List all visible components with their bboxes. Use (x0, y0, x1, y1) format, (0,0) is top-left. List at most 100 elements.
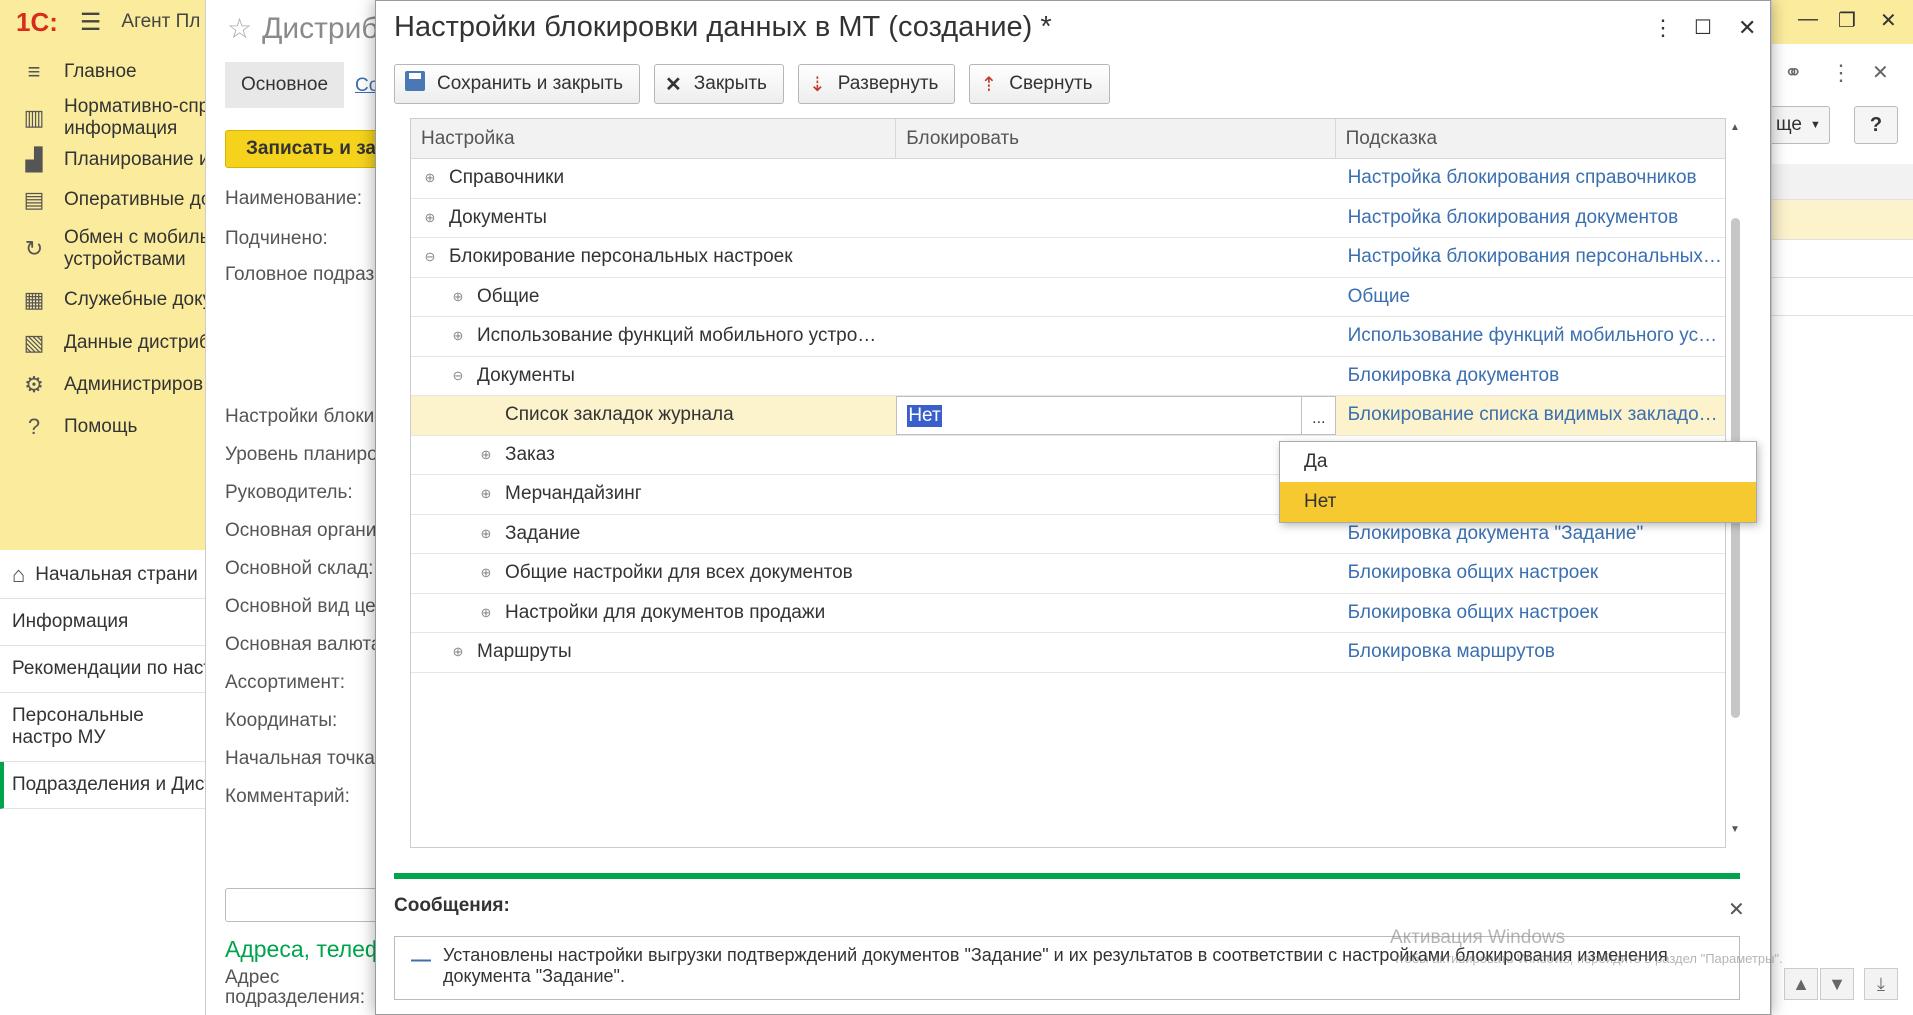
block-cell[interactable] (896, 357, 1335, 396)
save-and-close-button[interactable]: Сохранить и закрыть (394, 64, 641, 104)
column-header-block[interactable]: Блокировать (896, 119, 1336, 158)
hint-link[interactable]: Блокирование списка видимых закладо… (1336, 396, 1725, 435)
block-cell[interactable] (896, 436, 1335, 475)
scroll-down-icon[interactable]: ▼ (1820, 968, 1854, 1000)
block-cell[interactable] (896, 278, 1335, 317)
expand-node-icon[interactable]: ⊕ (479, 447, 493, 463)
restore-icon[interactable]: ❐ (1838, 8, 1856, 33)
list-row[interactable] (1772, 240, 1913, 278)
list-row-selected[interactable] (1772, 200, 1913, 240)
more-vertical-icon[interactable]: ⋮ (1830, 60, 1852, 86)
nav-item[interactable]: Подразделения и Дист (0, 762, 205, 809)
expand-node-icon[interactable]: ⊕ (423, 170, 437, 186)
select-button[interactable]: ... (1301, 397, 1335, 434)
table-row[interactable]: ⊕ Общие Общие (411, 278, 1725, 317)
expand-node-icon[interactable]: ⊕ (451, 644, 465, 660)
section-item[interactable]: ▤ Оперативные до (0, 184, 205, 216)
list-row[interactable] (1772, 278, 1913, 316)
close-messages-icon[interactable]: ✕ (1728, 897, 1745, 922)
hint-link[interactable]: Блокировка маршрутов (1336, 633, 1725, 672)
setting-cell[interactable]: ⊕ Общие настройки для всех документов (411, 554, 896, 593)
table-row[interactable]: ⊕ Общие настройки для всех документов Блок… (411, 554, 1725, 594)
dropdown-option[interactable]: Да (1280, 442, 1756, 482)
hint-link[interactable]: Общие (1336, 278, 1725, 317)
block-cell[interactable] (896, 159, 1335, 198)
menu-icon[interactable]: ☰ (80, 8, 102, 37)
hint-link[interactable]: Блокировка общих настроек (1336, 554, 1725, 593)
comment-input[interactable] (225, 888, 385, 922)
more-button[interactable]: ще ▼ (1772, 106, 1830, 144)
block-cell[interactable] (896, 515, 1335, 554)
scroll-down-icon[interactable]: ▼ (1730, 824, 1740, 835)
close-app-icon[interactable]: ✕ (1880, 8, 1897, 33)
close-button[interactable]: ✕ Закрыть (654, 64, 784, 104)
tab-main[interactable]: Основное (225, 62, 345, 108)
section-item[interactable]: ▥ Нормативно-спр информация (0, 96, 205, 140)
section-item[interactable]: ▟ Планирование и (0, 144, 205, 176)
setting-cell[interactable]: ⊖ Документы (411, 357, 896, 396)
setting-cell[interactable]: Список закладок журнала (411, 396, 896, 435)
block-cell[interactable] (896, 199, 1335, 238)
setting-cell[interactable]: ⊕ Документы (411, 199, 896, 238)
setting-cell[interactable]: ⊕ Задание (411, 515, 896, 554)
dropdown-option[interactable]: Нет (1280, 482, 1756, 522)
link-icon[interactable]: ⚭ (1784, 60, 1802, 86)
setting-cell[interactable]: ⊕ Маршруты (411, 633, 896, 672)
scroll-end-icon[interactable]: ⤓ (1864, 968, 1898, 1000)
block-value-input[interactable]: Нет... (896, 396, 1337, 435)
hint-link[interactable]: Настройка блокирования справочников (1336, 159, 1725, 198)
setting-cell[interactable]: ⊕ Заказ (411, 436, 896, 475)
table-row[interactable]: ⊕ Маршруты Блокировка маршрутов (411, 633, 1725, 673)
nav-item[interactable]: Рекомендации по наст (0, 646, 205, 693)
table-row[interactable]: ⊕ Использование функций мобильного устро…… (411, 317, 1725, 357)
section-item[interactable]: ↻ Обмен с мобиль устройствами (0, 227, 205, 271)
expand-node-icon[interactable]: ⊕ (451, 289, 465, 305)
section-item[interactable]: ≡ Главное (0, 58, 137, 86)
column-header-hint[interactable]: Подсказка (1336, 119, 1725, 158)
close-form-icon[interactable]: ✕ (1872, 60, 1889, 85)
setting-cell[interactable]: ⊕ Справочники (411, 159, 896, 198)
setting-cell[interactable]: ⊕ Общие (411, 278, 896, 317)
table-row[interactable]: ⊕ Справочники Настройка блокирования справ… (411, 159, 1725, 199)
hint-link[interactable]: Настройка блокирования документов (1336, 199, 1725, 238)
expand-node-icon[interactable]: ⊕ (479, 526, 493, 542)
section-item[interactable]: ⚙ Администриров (0, 369, 203, 401)
section-item[interactable]: ▦ Служебные доку (0, 284, 205, 316)
nav-item[interactable]: Информация (0, 599, 205, 646)
expand-node-icon[interactable]: ⊕ (479, 486, 493, 502)
more-vertical-icon[interactable]: ⋮ (1652, 15, 1674, 41)
section-item[interactable]: ▧ Данные дистриб (0, 327, 205, 359)
nav-item[interactable]: ⌂ Начальная страни (0, 552, 205, 599)
block-cell[interactable] (896, 594, 1335, 633)
hint-link[interactable]: Блокировка документов (1336, 357, 1725, 396)
block-cell[interactable] (896, 238, 1335, 277)
section-item[interactable]: ? Помощь (0, 411, 138, 443)
block-cell[interactable]: Нет... (896, 396, 1337, 435)
collapse-button[interactable]: ⇡ Свернуть (969, 64, 1110, 104)
setting-cell[interactable]: ⊕ Мерчандайзинг (411, 475, 896, 514)
scroll-up-icon[interactable]: ▲ (1784, 968, 1818, 1000)
table-row[interactable]: ⊖ Документы Блокировка документов (411, 357, 1725, 396)
help-button[interactable]: ? (1854, 106, 1898, 144)
scroll-up-icon[interactable]: ▲ (1730, 122, 1740, 133)
setting-cell[interactable]: ⊖ Блокирование персональных настроек (411, 238, 896, 277)
expand-node-icon[interactable]: ⊕ (451, 328, 465, 344)
block-cell[interactable] (896, 475, 1335, 514)
block-cell[interactable] (896, 554, 1335, 593)
expand-button[interactable]: ⇣ Развернуть (797, 64, 956, 104)
hint-link[interactable]: Использование функций мобильного ус… (1336, 317, 1725, 356)
setting-cell[interactable]: ⊕ Настройки для документов продажи (411, 594, 896, 633)
table-row[interactable]: ⊕ Документы Настройка блокирования докумен… (411, 199, 1725, 238)
star-icon[interactable]: ☆ (227, 13, 252, 44)
hint-link[interactable]: Настройка блокирования персональных… (1336, 238, 1725, 277)
hint-link[interactable]: Блокировка общих настроек (1336, 594, 1725, 633)
close-dialog-icon[interactable]: ✕ (1738, 15, 1756, 41)
column-header-setting[interactable]: Настройка (411, 119, 897, 158)
collapse-node-icon[interactable]: ⊖ (451, 368, 465, 384)
nav-item[interactable]: Персональные настро МУ (0, 693, 205, 762)
table-row[interactable]: Список закладок журнала Нет... Блокировани… (411, 396, 1725, 436)
block-cell[interactable] (896, 633, 1335, 672)
block-cell[interactable] (896, 317, 1335, 356)
table-row[interactable]: ⊖ Блокирование персональных настроек Настр… (411, 238, 1725, 278)
minimize-icon[interactable]: — (1798, 8, 1818, 31)
